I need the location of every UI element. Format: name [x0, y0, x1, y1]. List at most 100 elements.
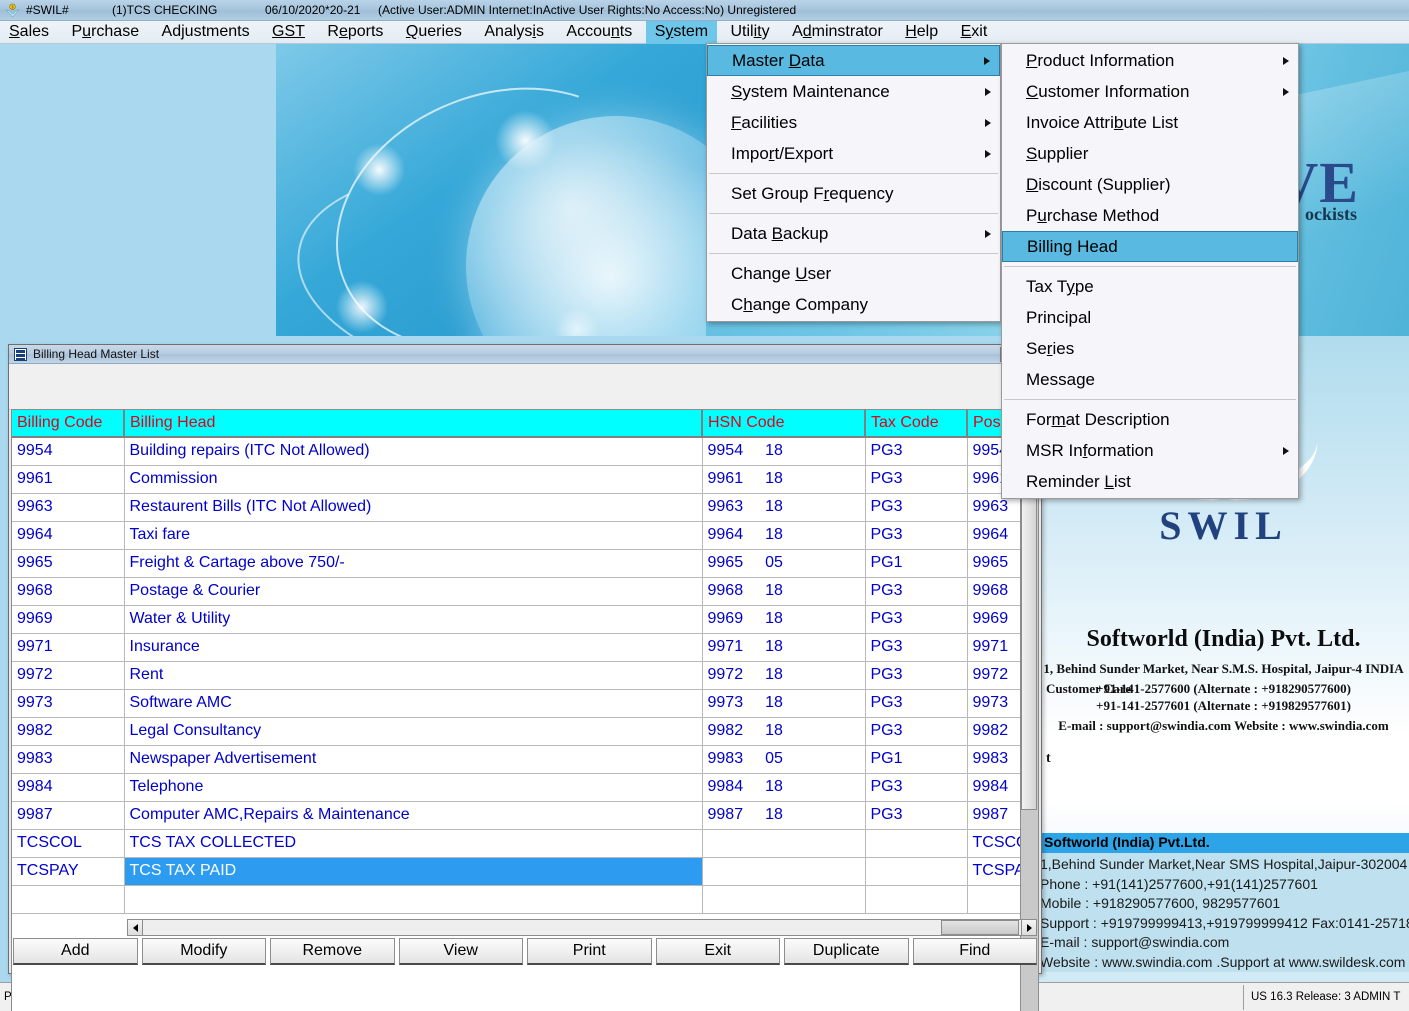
cell-tax-code[interactable]: PG3 — [865, 661, 968, 690]
cell-hsn-code[interactable]: 9965 05 — [702, 549, 866, 578]
menu-help[interactable]: Help — [896, 21, 947, 44]
menu-system[interactable]: System — [645, 21, 718, 44]
cell-tax-code[interactable]: PG3 — [865, 493, 968, 522]
cell-tax-code[interactable]: PG3 — [865, 437, 968, 466]
cell-billing-head[interactable]: Insurance — [124, 633, 703, 662]
modify-button[interactable]: Modify — [141, 938, 266, 965]
cell-tax-code[interactable]: PG3 — [865, 773, 968, 802]
cell-pos[interactable]: 9982 — [967, 717, 1020, 746]
cell-pos[interactable]: 9969 — [967, 605, 1020, 634]
column-header-hsn-code[interactable]: HSN Code — [702, 410, 866, 438]
cell-billing-code[interactable]: 9983 — [12, 745, 125, 774]
table-row[interactable] — [12, 885, 1020, 914]
cell-hsn-code[interactable]: 9964 18 — [702, 521, 866, 550]
cell-tax-code[interactable]: PG3 — [865, 465, 968, 494]
cell-billing-code[interactable]: TCSCOL — [12, 829, 125, 858]
master-menu-item-product-information[interactable]: Product Information — [1002, 45, 1298, 76]
cell-billing-head[interactable]: Software AMC — [124, 689, 703, 718]
menu-purchase[interactable]: Purchase — [62, 21, 148, 44]
system-menu-item-master-data[interactable]: Master Data — [707, 45, 1000, 76]
menu-utility[interactable]: Utility — [722, 21, 779, 44]
cell-billing-code[interactable]: 9961 — [12, 465, 125, 494]
menu-administrator[interactable]: Adminstrator — [783, 21, 892, 44]
add-button[interactable]: Add — [13, 938, 138, 965]
cell-billing-head[interactable]: Legal Consultancy — [124, 717, 703, 746]
system-menu-item-set-group-frequency[interactable]: Set Group Frequency — [707, 178, 1000, 209]
table-row[interactable]: 9983 Newspaper Advertisement 9983 05 PG1 9983 — [12, 745, 1020, 774]
table-row[interactable]: 9973 Software AMC 9973 18 PG3 9973 — [12, 689, 1020, 718]
column-header-billing-code[interactable]: Billing Code — [12, 410, 125, 438]
menu-reports[interactable]: Reports — [318, 21, 392, 44]
cell-hsn-code[interactable]: 9961 18 — [702, 465, 866, 494]
scroll-right-button[interactable] — [1021, 920, 1036, 935]
remove-button[interactable]: Remove — [270, 938, 395, 965]
table-row[interactable]: 9965 Freight & Cartage above 750/- 9965 05 P… — [12, 549, 1020, 578]
cell-billing-code[interactable]: 9963 — [12, 493, 125, 522]
cell-billing-head[interactable]: Commission — [124, 465, 703, 494]
system-menu-item-import-export[interactable]: Import/Export — [707, 138, 1000, 169]
cell-hsn-code[interactable]: 9972 18 — [702, 661, 866, 690]
cell-hsn-code[interactable]: 9971 18 — [702, 633, 866, 662]
master-menu-item-billing-head[interactable]: Billing Head — [1002, 231, 1298, 262]
cell-hsn-code[interactable]: 9968 18 — [702, 577, 866, 606]
table-row[interactable]: 9968 Postage & Courier 9968 18 PG3 9968 — [12, 577, 1020, 606]
cell-pos[interactable]: 9973 — [967, 689, 1020, 718]
cell-hsn-code[interactable] — [702, 885, 866, 914]
cell-hsn-code[interactable] — [702, 829, 866, 858]
cell-billing-head[interactable]: Taxi fare — [124, 521, 703, 550]
table-row[interactable]: 9984 Telephone 9984 18 PG3 9984 — [12, 773, 1020, 802]
master-menu-item-principal[interactable]: Principal — [1002, 302, 1298, 333]
menu-gst[interactable]: GST — [263, 21, 314, 44]
cell-hsn-code[interactable]: 9984 18 — [702, 773, 866, 802]
table-row[interactable]: 9982 Legal Consultancy 9982 18 PG3 9982 — [12, 717, 1020, 746]
cell-billing-code[interactable]: 9964 — [12, 521, 125, 550]
menu-analysis[interactable]: Analysis — [475, 21, 553, 44]
cell-billing-head[interactable]: TCS TAX PAID — [124, 857, 703, 886]
cell-billing-code[interactable]: TCSPAY — [12, 857, 125, 886]
cell-pos[interactable] — [967, 885, 1020, 914]
master-menu-item-invoice-attribute-list[interactable]: Invoice Attribute List — [1002, 107, 1298, 138]
cell-tax-code[interactable] — [865, 829, 968, 858]
menu-accounts[interactable]: Accounts — [557, 21, 641, 44]
column-header-tax-code[interactable]: Tax Code — [865, 410, 968, 438]
cell-pos[interactable]: 9983 — [967, 745, 1020, 774]
menu-queries[interactable]: Queries — [397, 21, 471, 44]
cell-tax-code[interactable] — [865, 857, 968, 886]
master-menu-item-purchase-method[interactable]: Purchase Method — [1002, 200, 1298, 231]
cell-tax-code[interactable]: PG3 — [865, 521, 968, 550]
cell-pos[interactable]: 9972 — [967, 661, 1020, 690]
cell-billing-code[interactable]: 9973 — [12, 689, 125, 718]
cell-billing-head[interactable]: Restaurent Bills (ITC Not Allowed) — [124, 493, 703, 522]
cell-billing-head[interactable]: Freight & Cartage above 750/- — [124, 549, 703, 578]
cell-pos[interactable]: TCSCOL — [967, 829, 1020, 858]
duplicate-button[interactable]: Duplicate — [784, 938, 909, 965]
table-row[interactable]: 9972 Rent 9972 18 PG3 9972 — [12, 661, 1020, 690]
master-menu-item-message[interactable]: Message — [1002, 364, 1298, 395]
cell-hsn-code[interactable]: 9954 18 — [702, 437, 866, 466]
find-button[interactable]: Find — [912, 938, 1037, 965]
view-button[interactable]: View — [398, 938, 523, 965]
menu-exit[interactable]: Exit — [952, 21, 997, 44]
cell-billing-code[interactable]: 9987 — [12, 801, 125, 830]
cell-tax-code[interactable]: PG3 — [865, 689, 968, 718]
cell-pos[interactable]: 9987 — [967, 801, 1020, 830]
system-menu-item-change-user[interactable]: Change User — [707, 258, 1000, 289]
cell-hsn-code[interactable]: 9983 05 — [702, 745, 866, 774]
system-menu-item-system-maintenance[interactable]: System Maintenance — [707, 76, 1000, 107]
cell-tax-code[interactable]: PG3 — [865, 577, 968, 606]
table-row[interactable]: 9963 Restaurent Bills (ITC Not Allowed) 99… — [12, 493, 1020, 522]
cell-pos[interactable]: 9968 — [967, 577, 1020, 606]
cell-hsn-code[interactable]: 9963 18 — [702, 493, 866, 522]
master-menu-item-series[interactable]: Series — [1002, 333, 1298, 364]
system-menu-item-data-backup[interactable]: Data Backup — [707, 218, 1000, 249]
master-menu-item-customer-information[interactable]: Customer Information — [1002, 76, 1298, 107]
cell-pos[interactable]: 9984 — [967, 773, 1020, 802]
cell-billing-head[interactable]: Building repairs (ITC Not Allowed) — [124, 437, 703, 466]
cell-billing-head[interactable]: Postage & Courier — [124, 577, 703, 606]
horizontal-scroll-thumb[interactable] — [941, 920, 1019, 935]
master-menu-item-format-description[interactable]: Format Description — [1002, 404, 1298, 435]
cell-billing-code[interactable]: 9982 — [12, 717, 125, 746]
cell-pos[interactable]: TCSPAY — [967, 857, 1020, 886]
cell-tax-code[interactable]: PG3 — [865, 801, 968, 830]
cell-pos[interactable]: 9965 — [967, 549, 1020, 578]
